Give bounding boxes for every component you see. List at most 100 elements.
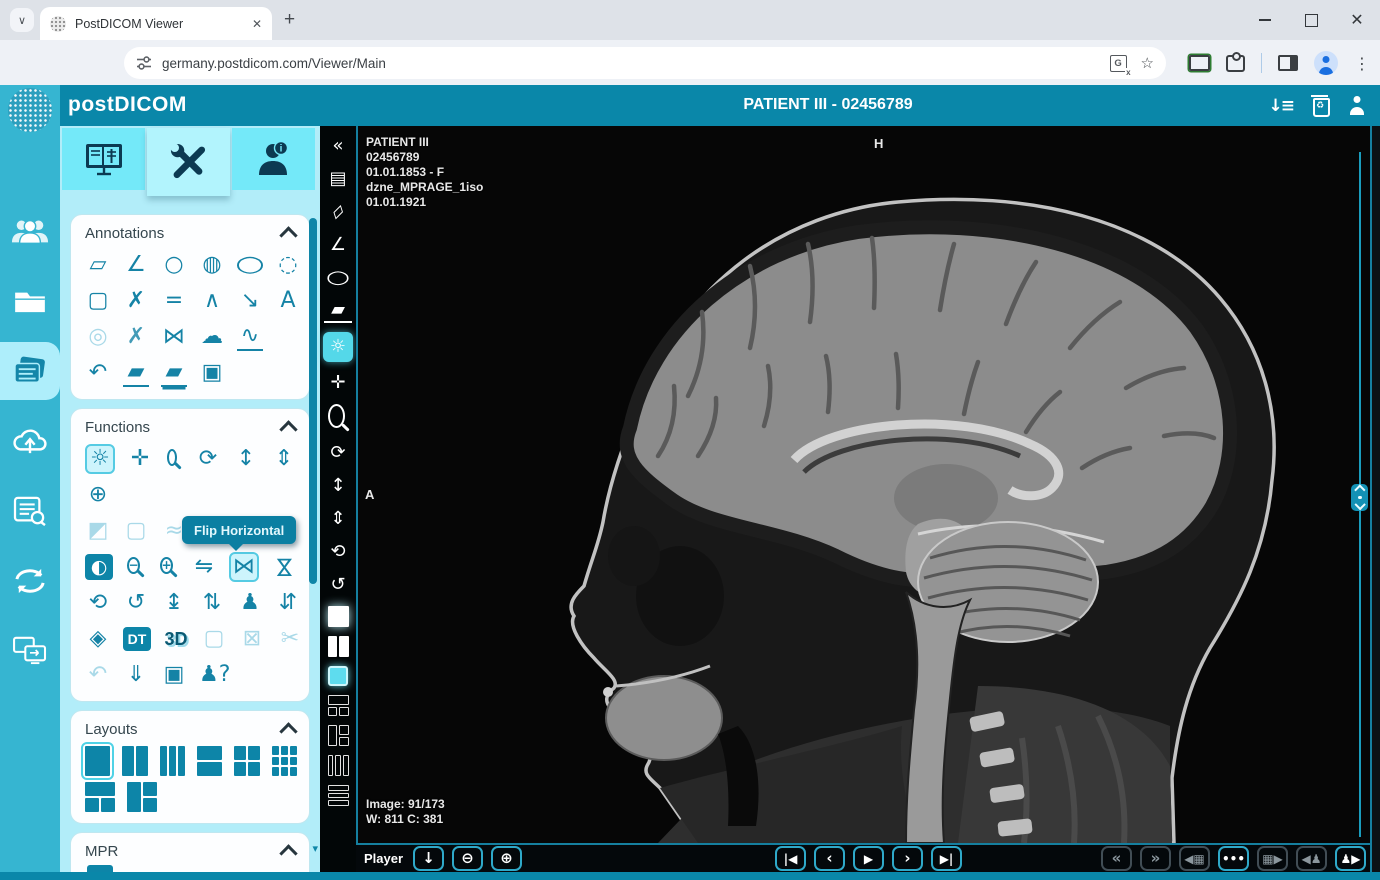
pan-tool[interactable]: ✛ <box>127 446 153 473</box>
save-annotation-button[interactable]: ▣ <box>199 360 225 387</box>
next-grid-series-button[interactable]: ▦▶ <box>1257 846 1288 871</box>
select-dashed-button[interactable]: ▢ <box>201 626 227 653</box>
undo-annotation-button[interactable]: ↶ <box>85 360 111 387</box>
arrow-tool[interactable]: ↘ <box>237 288 263 315</box>
stack-scroll-button[interactable]: ⇕ <box>324 507 352 531</box>
rail-item-worklist-search[interactable] <box>0 482 60 540</box>
new-tab-button[interactable]: + <box>284 9 295 31</box>
report-button[interactable]: ▤ <box>324 167 352 191</box>
zoom-in-button[interactable]: + <box>160 556 173 574</box>
tab-series-view[interactable] <box>62 128 145 190</box>
image-viewport[interactable]: PATIENT III 02456789 01.01.1853 - F dzne… <box>356 126 1370 843</box>
ruler-tool[interactable]: ▱ <box>85 252 111 279</box>
play-button[interactable]: ▶ <box>853 846 884 871</box>
layout-1top-2bottom-button[interactable] <box>327 695 349 716</box>
play-direction-button[interactable]: ↓ <box>413 846 445 871</box>
stack-scroll-tool[interactable]: ⇕ <box>271 446 297 473</box>
rail-item-share-screens[interactable] <box>0 621 60 679</box>
window-level-button[interactable]: ☼ <box>323 332 353 362</box>
browser-tab[interactable]: PostDICOM Viewer ✕ <box>40 7 272 40</box>
collapse-toolbar-button[interactable]: « <box>324 134 352 158</box>
rail-item-folders[interactable] <box>0 272 60 330</box>
tab-search-button[interactable]: ∨ <box>10 8 34 32</box>
layout-1x3-button[interactable] <box>159 746 185 776</box>
flip-vertical-button[interactable]: ⋈ <box>271 554 298 580</box>
rail-item-image-viewer[interactable] <box>0 342 60 400</box>
tune-icon[interactable] <box>136 56 152 70</box>
first-image-button[interactable]: |◀ <box>775 846 806 871</box>
minimize-window-button[interactable] <box>1242 0 1288 40</box>
close-window-button[interactable]: ✕ <box>1334 0 1380 40</box>
pan-button[interactable]: ✛ <box>324 371 352 395</box>
tag-button[interactable]: ◈ <box>85 626 111 653</box>
spline-wave-tool[interactable]: ∿ <box>237 324 263 351</box>
open-angle-tool[interactable]: ✗ <box>123 324 149 351</box>
maximize-window-button[interactable] <box>1288 0 1334 40</box>
user-guide-button[interactable]: ♟? <box>199 662 230 689</box>
layout-1x2-button[interactable] <box>327 636 349 657</box>
layout-rows-button[interactable] <box>327 785 349 806</box>
tab-patient-info[interactable]: i <box>232 128 315 190</box>
reset-button[interactable]: ⟲ <box>324 540 352 564</box>
rail-item-patients[interactable] <box>0 202 60 260</box>
erase-annotation-button[interactable]: ▰ <box>123 360 149 387</box>
parallel-lines-tool[interactable]: = <box>161 288 187 315</box>
panel-scroll-down-icon[interactable]: ▾ <box>312 842 318 855</box>
collapse-functions-icon[interactable] <box>279 420 298 439</box>
next-image-button[interactable]: › <box>892 846 923 871</box>
layout-1left-2right-button[interactable] <box>127 782 157 812</box>
last-image-button[interactable]: ▶| <box>931 846 962 871</box>
tab-tools[interactable] <box>147 128 230 196</box>
layout-1x1-button[interactable] <box>327 606 349 627</box>
rectangle-roi-tool[interactable]: ▢ <box>85 288 111 315</box>
window-level-tool[interactable]: ☼ <box>85 444 115 474</box>
url-text[interactable]: germany.postdicom.com/Viewer/Main <box>162 56 1100 71</box>
fullscreen-capture-icon[interactable] <box>1188 55 1210 71</box>
layout-2x2-button[interactable] <box>234 746 260 776</box>
collapse-mpr-icon[interactable] <box>279 844 298 863</box>
sort-images-button[interactable]: ⇵ <box>275 590 301 617</box>
layout-1x1-button[interactable] <box>80 742 115 780</box>
dicom-tags-button[interactable]: DT <box>123 627 151 651</box>
rail-item-upload[interactable] <box>0 412 60 470</box>
series-scroll-handle[interactable] <box>1351 484 1368 511</box>
rotate-flip-button[interactable]: ⇋ <box>191 554 217 581</box>
select-cross-button[interactable]: ⊠ <box>239 626 265 653</box>
eraser-tool-button[interactable]: ▰ <box>324 299 352 323</box>
zoom-tool[interactable] <box>167 448 177 466</box>
expand-vertical-button[interactable]: ↨ <box>161 590 187 617</box>
layout-1x2-button[interactable] <box>122 746 148 776</box>
cobb-angle-tool[interactable]: ⋈ <box>161 324 187 351</box>
next-patient-button[interactable]: ♟▶ <box>1335 846 1366 871</box>
collapse-vertical-button[interactable]: ⇅ <box>199 590 225 617</box>
address-bar[interactable]: germany.postdicom.com/Viewer/Main G ☆ <box>124 47 1166 79</box>
reset-button[interactable]: ⟲ <box>85 590 111 617</box>
histogram-window-level-tool[interactable]: ◩ <box>85 518 111 545</box>
trash-recycle-icon[interactable] <box>1311 94 1330 117</box>
cross-lines-tool[interactable]: ✗ <box>123 288 149 315</box>
collapse-layouts-icon[interactable] <box>279 722 298 741</box>
layout-1left-2right-button[interactable] <box>327 725 349 746</box>
rotate-button[interactable]: ⟳ <box>324 441 352 465</box>
increase-speed-button[interactable]: ⊕ <box>491 846 523 871</box>
collapse-annotations-icon[interactable] <box>279 226 298 245</box>
reset-window-level-button[interactable]: ↺ <box>123 590 149 617</box>
localizer-tool[interactable]: ⊕ <box>85 482 111 509</box>
ellipse-roi-tool[interactable]: ○ <box>230 252 270 279</box>
circle-roi-tool[interactable]: ○ <box>161 252 187 279</box>
save-image-button[interactable]: ▣ <box>161 662 187 689</box>
sort-series-icon[interactable]: ↓≡ <box>1269 96 1295 116</box>
account-person-icon[interactable] <box>1350 103 1364 115</box>
hatched-circle-roi-tool[interactable]: ◍ <box>199 252 225 279</box>
freehand-roi-tool[interactable]: ◌ <box>275 252 301 279</box>
patient-orientation-button[interactable]: ♟ <box>237 590 263 617</box>
ellipse-tool-button[interactable]: ○ <box>316 266 359 290</box>
previous-series-button[interactable]: « <box>1101 846 1132 871</box>
flip-horizontal-button[interactable]: ⋈ <box>229 552 259 582</box>
ruler-tool-button[interactable]: ▱ <box>320 194 357 231</box>
previous-image-button[interactable]: ‹ <box>814 846 845 871</box>
closed-region-tool[interactable]: ☁ <box>199 324 225 351</box>
browser-menu-icon[interactable]: ⋮ <box>1354 54 1370 73</box>
side-panel-icon[interactable] <box>1278 55 1298 71</box>
close-tab-icon[interactable]: ✕ <box>252 17 262 31</box>
